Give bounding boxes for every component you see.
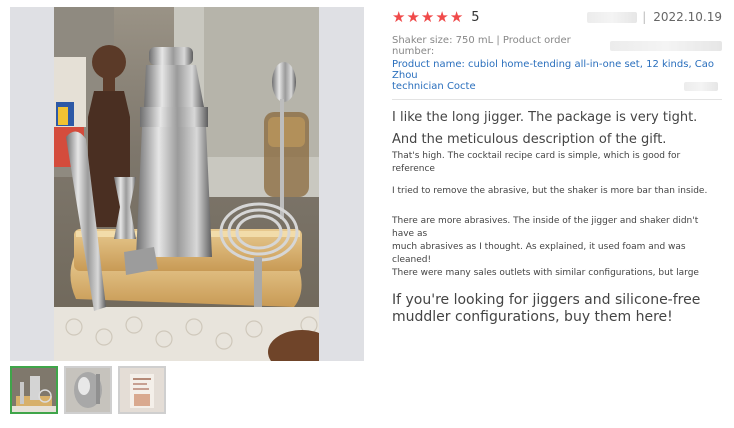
- review-meta: | 2022.10.19: [587, 10, 722, 24]
- star-icon: ★: [435, 7, 449, 26]
- bar-set-illustration: [54, 7, 319, 361]
- shaker-size-text: Shaker size: 750 mL | Product order numb…: [392, 35, 571, 57]
- main-review-photo[interactable]: [10, 7, 364, 361]
- product-name-masked: [684, 82, 718, 91]
- product-name-line1: Product name: cubiol home-tending all-in…: [392, 59, 715, 81]
- review-line-5a: There are more abrasives. The inside of …: [392, 216, 699, 239]
- divider: [392, 99, 722, 100]
- review-line-5b: much abrasives as I thought. As explaine…: [392, 242, 686, 265]
- thumbnail-2[interactable]: [64, 366, 112, 414]
- rating-value: 5: [471, 9, 480, 25]
- product-name-line2: technician Cocte: [392, 81, 476, 92]
- review-line-6a: If you're looking for jiggers and silico…: [392, 292, 701, 308]
- review-line-2: And the meticulous description of the gi…: [392, 132, 667, 147]
- star-icon: ★: [392, 7, 406, 26]
- star-icon: ★: [420, 7, 435, 26]
- review-paragraph-6: If you're looking for jiggers and silico…: [392, 292, 722, 326]
- review-line-5c: There were many sales outlets with simil…: [392, 268, 699, 278]
- review-line-4: I tried to remove the abrasive, but the …: [392, 186, 708, 196]
- star-icon: ★: [449, 7, 464, 26]
- review-paragraph-5: There are more abrasives. The inside of …: [392, 215, 722, 280]
- order-info: Shaker size: 750 mL | Product order numb…: [392, 35, 722, 57]
- meta-separator: |: [642, 10, 647, 24]
- product-name-line2-row: technician Cocte: [392, 81, 722, 92]
- thumbnail-strip: [10, 366, 166, 414]
- review-date: 2022.10.19: [653, 10, 722, 24]
- review-body: I like the long jigger. The package is v…: [392, 110, 722, 326]
- thumbnail-2-image: [66, 368, 110, 412]
- star-icon: ★: [406, 7, 420, 26]
- review-line-6b: muddler configurations, buy them here!: [392, 309, 673, 325]
- thumbnail-3[interactable]: [118, 366, 166, 414]
- review-line-3: That's high. The cocktail recipe card is…: [392, 151, 681, 174]
- order-number-masked: [610, 41, 722, 51]
- product-name-link[interactable]: Product name: cubiol home-tending all-in…: [392, 59, 722, 92]
- photo-content: [54, 7, 319, 361]
- star-rating: ★ ★ ★ ★ ★: [392, 7, 464, 26]
- reviewer-id-masked: [587, 11, 638, 23]
- thumbnail-1[interactable]: [10, 366, 58, 414]
- review-line-1: I like the long jigger. The package is v…: [392, 110, 698, 125]
- thumbnail-1-image: [12, 368, 56, 412]
- review-header: ★ ★ ★ ★ ★ 5 | 2022.10.19: [392, 8, 722, 26]
- review-panel: ★ ★ ★ ★ ★ 5 | 2022.10.19 Shaker size: 75…: [392, 8, 722, 326]
- thumbnail-3-image: [120, 368, 164, 412]
